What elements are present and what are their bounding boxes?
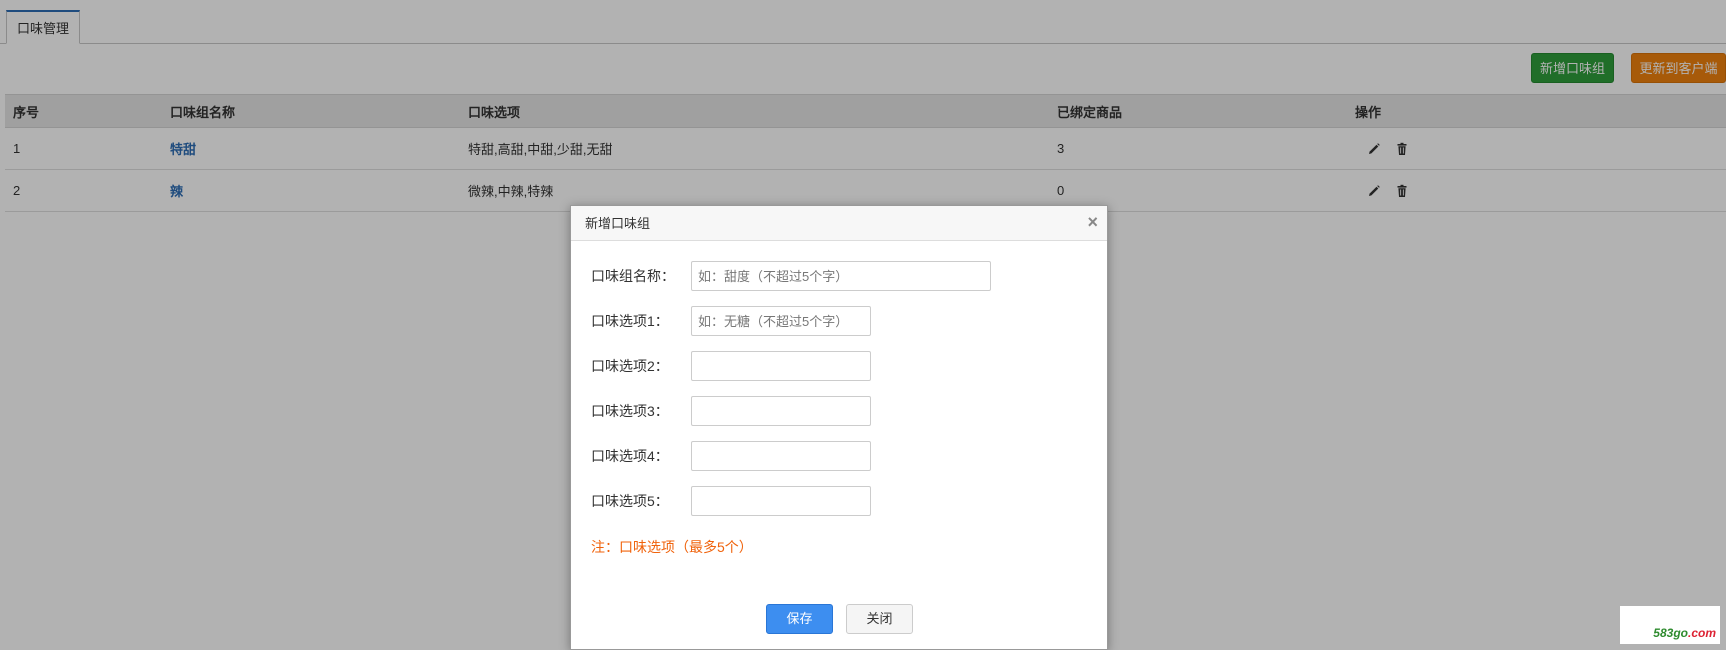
dialog-header: 新增口味组 × <box>571 206 1107 241</box>
form-row-group-name: 口味组名称： <box>591 261 991 291</box>
option-1-input[interactable] <box>691 306 871 336</box>
option-3-label: 口味选项3： <box>591 403 669 419</box>
watermark-suffix: .com <box>1687 626 1716 640</box>
option-2-input[interactable] <box>691 351 871 381</box>
form-row-option-3: 口味选项3： <box>591 396 871 426</box>
option-4-input[interactable] <box>691 441 871 471</box>
form-row-option-2: 口味选项2： <box>591 351 871 381</box>
option-4-label: 口味选项4： <box>591 448 669 464</box>
form-row-option-4: 口味选项4： <box>591 441 871 471</box>
group-name-input[interactable] <box>691 261 991 291</box>
add-flavor-group-dialog: 新增口味组 × 口味组名称： 口味选项1： 口味选项2： 口味选项3： 口味选项… <box>570 205 1108 650</box>
dialog-title: 新增口味组 <box>585 216 651 231</box>
close-button[interactable]: 关闭 <box>846 604 913 634</box>
form-row-option-1: 口味选项1： <box>591 306 871 336</box>
save-button[interactable]: 保存 <box>766 604 833 634</box>
form-row-option-5: 口味选项5： <box>591 486 871 516</box>
watermark-prefix: 583go <box>1653 626 1688 640</box>
group-name-label: 口味组名称： <box>591 268 675 284</box>
options-note: 注：口味选项（最多5个） <box>591 539 753 555</box>
site-watermark: 583go .com <box>1620 606 1720 644</box>
close-icon[interactable]: × <box>1087 206 1098 239</box>
option-2-label: 口味选项2： <box>591 358 669 374</box>
option-1-label: 口味选项1： <box>591 313 669 329</box>
option-5-label: 口味选项5： <box>591 493 669 509</box>
option-5-input[interactable] <box>691 486 871 516</box>
option-3-input[interactable] <box>691 396 871 426</box>
